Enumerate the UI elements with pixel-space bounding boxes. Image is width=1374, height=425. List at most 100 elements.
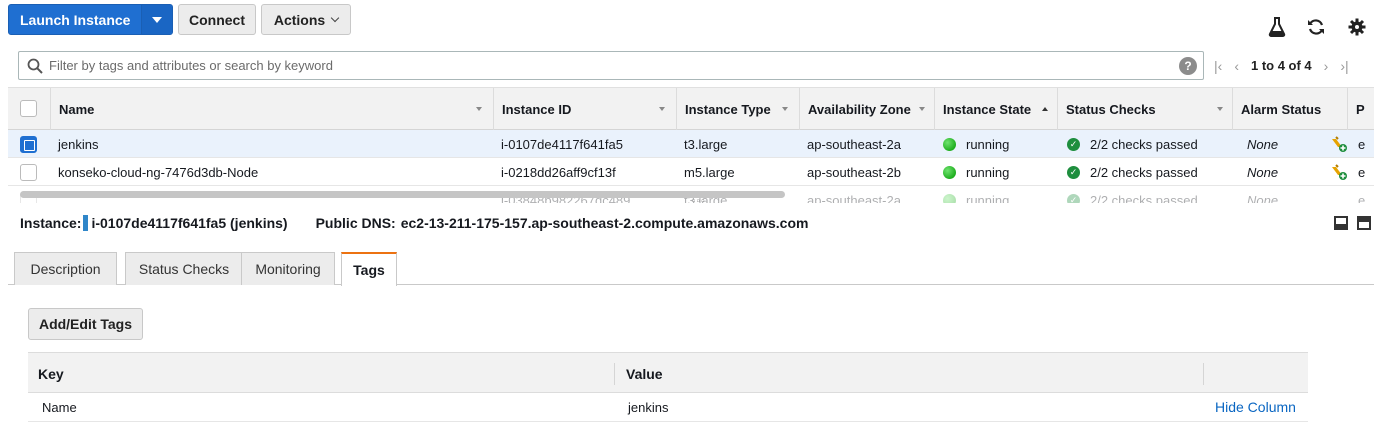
column-header-key: Key [38, 365, 64, 382]
launch-instance-label: Launch Instance [9, 5, 142, 34]
cell-status-checks: ✓ 2/2 checks passed [1067, 158, 1198, 186]
cell-availability-zone: ap-southeast-2b [807, 164, 901, 180]
checks-label: 2/2 checks passed [1090, 136, 1198, 152]
horizontal-scrollbar[interactable] [20, 191, 785, 198]
table-row[interactable]: konseko-cloud-ng-7476d3db-Node i-0218dd2… [8, 158, 1374, 186]
column-header-label: Instance State [943, 101, 1032, 117]
tab-tags[interactable]: Tags [341, 252, 397, 286]
tab-label: Monitoring [255, 261, 321, 277]
check-circle-icon: ✓ [1067, 137, 1080, 151]
cell-availability-zone: ap-southeast-2a [807, 192, 901, 204]
table-row[interactable]: jenkins i-0107de4117f641fa5 t3.large ap-… [8, 130, 1374, 158]
column-header-availability-zone[interactable]: Availability Zone [799, 88, 933, 130]
flask-icon[interactable] [1266, 16, 1288, 38]
select-all-checkbox[interactable] [20, 100, 37, 117]
prev-page-icon[interactable]: ‹ [1234, 58, 1239, 74]
running-status-icon [943, 137, 956, 151]
hide-column-link[interactable]: Hide Column [1215, 393, 1296, 421]
column-header-instance-type[interactable]: Instance Type [676, 88, 796, 130]
running-status-icon [943, 165, 956, 179]
column-header-label: P [1356, 101, 1365, 117]
column-header-status-checks[interactable]: Status Checks [1057, 88, 1231, 130]
running-status-icon [943, 193, 956, 203]
column-header-instance-id[interactable]: Instance ID [493, 88, 673, 130]
checks-label: 2/2 checks passed [1090, 164, 1198, 180]
column-header-label: Name [59, 101, 95, 117]
tags-table: Key Value Name jenkins Hide Column [28, 352, 1308, 425]
cell-instance-state: running [943, 186, 1009, 203]
tag-key: Name [42, 399, 77, 415]
gear-icon[interactable] [1346, 16, 1368, 38]
column-header-label: Availability Zone [808, 101, 911, 117]
first-page-icon[interactable]: |‹ [1214, 58, 1222, 74]
cell-instance-type: m5.large [684, 164, 735, 180]
column-header-public-dns[interactable]: P [1347, 88, 1374, 130]
state-label: running [966, 192, 1010, 204]
instances-table: Name Instance ID Instance Type Availabil… [8, 87, 1374, 203]
launch-dropdown-toggle[interactable] [142, 5, 172, 34]
column-header-alarm-status[interactable]: Alarm Status [1232, 88, 1342, 130]
column-divider [614, 363, 615, 385]
add-alarm-icon[interactable] [1330, 158, 1348, 186]
column-header-label: Status Checks [1066, 101, 1156, 117]
connect-button[interactable]: Connect [178, 4, 256, 35]
column-header-label: Alarm Status [1241, 101, 1322, 117]
cell-name: konseko-cloud-ng-7476d3db-Node [58, 164, 259, 180]
cell-instance-id: i-0218dd26aff9cf13f [501, 164, 616, 180]
chevron-down-icon [330, 13, 340, 22]
cell-public-dns: e [1358, 136, 1366, 152]
cell-alarm-status: None [1247, 136, 1279, 152]
instance-marker [83, 215, 89, 231]
add-edit-tags-button[interactable]: Add/Edit Tags [28, 308, 143, 340]
cell-alarm-status: None [1247, 192, 1279, 204]
tab-label: Description [30, 261, 101, 277]
tab-label: Tags [353, 262, 385, 278]
tag-value: jenkins [628, 399, 669, 415]
column-header-name[interactable]: Name [50, 88, 490, 130]
add-edit-tags-label: Add/Edit Tags [38, 316, 133, 332]
instance-detail-bar: Instance: i-0107de4117f641fa5 (jenkins) … [0, 205, 1374, 241]
actions-label: Actions [273, 11, 326, 28]
add-alarm-icon[interactable] [1330, 130, 1348, 158]
column-header-instance-state[interactable]: Instance State [934, 88, 1056, 130]
row-checkbox[interactable] [20, 136, 37, 153]
tab-label: Status Checks [138, 261, 230, 277]
column-divider [1203, 363, 1204, 385]
tab-monitoring[interactable]: Monitoring [241, 252, 335, 285]
next-page-icon[interactable]: › [1324, 58, 1329, 74]
cell-instance-state: running [943, 158, 1009, 186]
cell-availability-zone: ap-southeast-2a [807, 136, 901, 152]
instance-value: i-0107de4117f641fa5 (jenkins) [91, 215, 288, 231]
row-checkbox[interactable] [20, 164, 37, 181]
cell-public-dns: e [1358, 164, 1366, 180]
public-dns-label: Public DNS: [315, 215, 396, 231]
last-page-icon[interactable]: ›| [1340, 58, 1348, 74]
maximize-pane-icon[interactable] [1357, 216, 1371, 230]
search-input[interactable] [43, 52, 1179, 79]
detail-tabs: Description Status Checks Monitoring Tag… [8, 252, 1374, 286]
tab-description[interactable]: Description [14, 252, 117, 285]
state-label: running [966, 164, 1010, 180]
chevron-down-icon [152, 16, 162, 23]
toolbar: Launch Instance Connect Actions [0, 0, 1374, 44]
refresh-icon[interactable] [1305, 16, 1327, 38]
page-count: 1 to 4 of 4 [1250, 58, 1312, 73]
minimize-pane-icon[interactable] [1334, 216, 1348, 230]
state-label: running [966, 136, 1010, 152]
actions-button[interactable]: Actions [261, 4, 351, 35]
check-circle-icon: ✓ [1067, 165, 1080, 179]
cell-instance-state: running [943, 130, 1009, 158]
launch-instance-button[interactable]: Launch Instance [8, 4, 173, 35]
public-dns-value: ec2-13-211-175-157.ap-southeast-2.comput… [400, 215, 809, 231]
sort-icon [659, 107, 665, 111]
help-icon[interactable]: ? [1179, 56, 1197, 75]
sort-ascending-icon [1042, 107, 1048, 111]
cell-name: jenkins [58, 136, 99, 152]
sort-icon [782, 107, 788, 111]
tab-status-checks[interactable]: Status Checks [125, 252, 243, 285]
cell-status-checks: ✓ 2/2 checks passed [1067, 130, 1198, 158]
column-header-value: Value [626, 365, 663, 382]
tags-table-header: Key Value [28, 352, 1308, 393]
sort-icon [919, 107, 925, 111]
instance-label: Instance: [20, 215, 82, 231]
